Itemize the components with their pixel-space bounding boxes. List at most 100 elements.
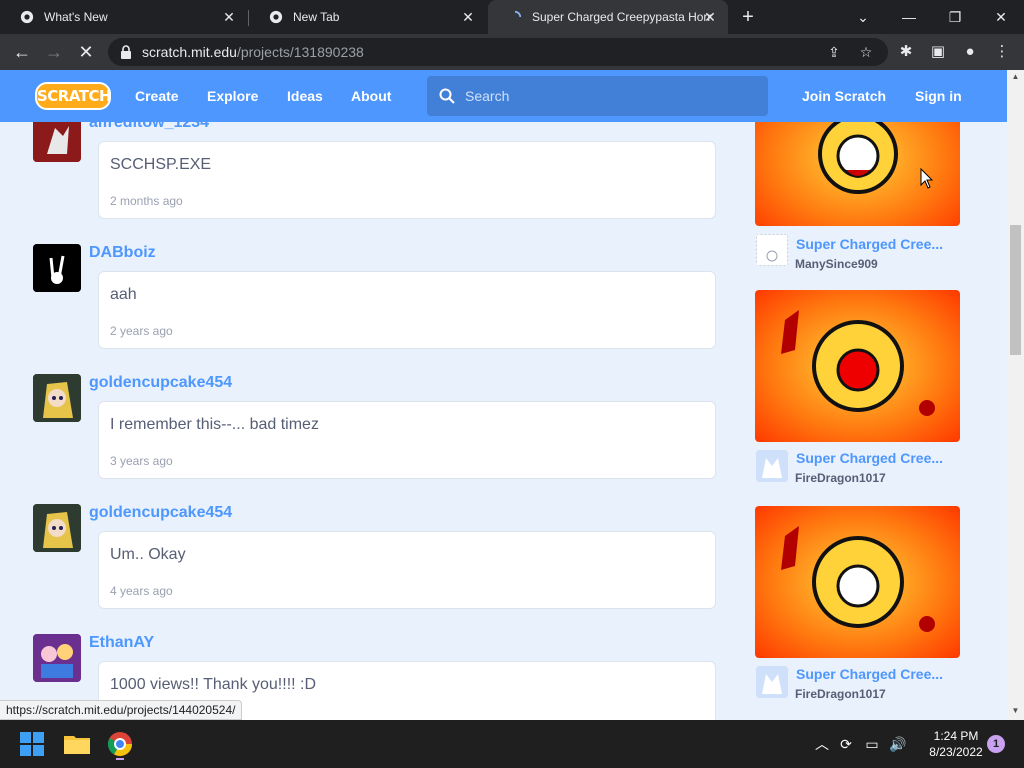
comment-text: SCCHSP.EXE [110,156,212,173]
tab-search-icon[interactable]: ⌄ [852,6,874,28]
browser-tab-strip: What's New ✕ New Tab ✕ Super Charged Cre… [0,0,1024,34]
close-tab-icon[interactable]: ✕ [702,9,718,25]
comment-item: alfreditow_1234 SCCHSP.EXE 2 months ago [33,122,723,224]
clock-date: 8/23/2022 [929,745,983,759]
close-tab-icon[interactable]: ✕ [460,9,476,25]
remix-title[interactable]: Super Charged Cree... [796,236,958,252]
tab-whats-new[interactable]: What's New ✕ [0,0,247,34]
url-text: scratch.mit.edu/projects/131890238 [142,44,364,60]
search-box[interactable] [427,76,768,116]
loading-icon [514,10,522,18]
tray-overflow-icon[interactable]: ︿ [812,734,832,754]
scratch-navbar: SCRATCH Create Explore Ideas About Join … [0,70,1007,122]
comment-time: 2 years ago [110,324,173,338]
nav-create[interactable]: Create [135,70,179,122]
extensions-icon[interactable]: ✱ [896,42,916,62]
lock-icon [121,45,131,59]
comment-username[interactable]: goldencupcake454 [89,374,232,392]
comment-username[interactable]: goldencupcake454 [89,504,232,522]
user-avatar[interactable] [33,374,81,422]
scratch-logo[interactable]: SCRATCH [35,82,112,110]
volume-icon[interactable]: 🔊 [888,734,908,754]
comment-bubble: SCCHSP.EXE 2 months ago [98,141,716,219]
remix-card: Super Charged Cree... ManySince909 [755,122,965,274]
search-input[interactable] [465,88,745,104]
share-icon[interactable]: ⇪ [826,44,842,60]
close-window-icon[interactable]: ✕ [990,6,1012,28]
remix-author[interactable]: FireDragon1017 [795,471,886,485]
project-thumbnail[interactable] [755,290,960,442]
project-thumbnail[interactable] [755,506,960,658]
project-page-content: alfreditow_1234 SCCHSP.EXE 2 months ago … [0,122,1007,720]
comment-text: Um.. Okay [110,546,186,563]
comment-username[interactable]: EthanAY [89,634,154,652]
scroll-down-icon[interactable]: ▼ [1007,704,1024,718]
nav-explore[interactable]: Explore [207,70,258,122]
join-scratch-link[interactable]: Join Scratch [802,70,886,122]
browser-toolbar: ← → ✕ scratch.mit.edu/projects/131890238… [0,34,1024,70]
tab-label: What's New [44,10,108,24]
nav-ideas[interactable]: Ideas [287,70,323,122]
close-tab-icon[interactable]: ✕ [221,9,237,25]
update-icon[interactable]: ⟳ [836,734,856,754]
taskbar-clock[interactable]: 1:24 PM 8/23/2022 [918,728,994,760]
file-explorer-icon[interactable] [61,728,93,760]
back-icon[interactable]: ← [11,41,33,63]
chrome-taskbar-icon[interactable] [104,728,136,760]
chrome-icon [269,10,283,24]
link-status-bubble: https://scratch.mit.edu/projects/1440205… [0,700,243,720]
tab-label: New Tab [293,10,340,24]
nav-about[interactable]: About [351,70,391,122]
side-panel-icon[interactable]: ▣ [928,42,948,62]
author-avatar[interactable] [756,234,788,266]
restore-icon[interactable]: ❐ [944,6,966,28]
user-avatar[interactable] [33,122,81,162]
chrome-icon [20,10,34,24]
remix-card: Super Charged Cree... FireDragon1017 [755,506,965,706]
comment-text: 1000 views!! Thank you!!!! :D [110,676,317,693]
comment-item: goldencupcake454 I remember this--... ba… [33,374,723,484]
comment-username[interactable]: DABboiz [89,244,156,262]
comment-time: 2 months ago [110,194,183,208]
address-bar[interactable]: scratch.mit.edu/projects/131890238 ⇪ ☆ [108,38,888,66]
remix-card: Super Charged Cree... FireDragon1017 [755,290,965,490]
author-avatar[interactable] [756,666,788,698]
user-avatar[interactable] [33,244,81,292]
comment-bubble: I remember this--... bad timez 3 years a… [98,401,716,479]
bookmark-star-icon[interactable]: ☆ [858,44,874,60]
page-scrollbar[interactable]: ▲ ▼ [1007,70,1024,720]
user-avatar[interactable] [33,504,81,552]
mouse-cursor-icon [920,168,934,189]
comment-time: 3 years ago [110,454,173,468]
author-avatar[interactable] [756,450,788,482]
comment-text: aah [110,286,137,303]
stop-loading-icon[interactable]: ✕ [75,41,97,63]
windows-start-icon[interactable] [16,728,48,760]
comment-bubble: aah 2 years ago [98,271,716,349]
profile-icon[interactable]: ● [960,42,980,62]
remix-author[interactable]: ManySince909 [795,257,878,271]
windows-taskbar: ︿ ⟳ ▭ 🔊 1:24 PM 8/23/2022 1 [0,720,1024,768]
scrollbar-thumb[interactable] [1010,225,1021,355]
tab-active-project[interactable]: Super Charged Creepypasta Horr ✕ [488,0,728,34]
user-avatar[interactable] [33,634,81,682]
comment-time: 4 years ago [110,584,173,598]
notification-badge[interactable]: 1 [987,735,1005,753]
comment-text: I remember this--... bad timez [110,416,319,433]
comment-username[interactable]: alfreditow_1234 [89,122,209,132]
comment-bubble: Um.. Okay 4 years ago [98,531,716,609]
remix-author[interactable]: FireDragon1017 [795,687,886,701]
remix-title[interactable]: Super Charged Cree... [796,666,958,682]
scroll-up-icon[interactable]: ▲ [1007,70,1024,84]
forward-icon[interactable]: → [43,41,65,63]
menu-icon[interactable]: ⋮ [992,42,1012,62]
minimize-icon[interactable]: — [898,6,920,28]
tab-new-tab[interactable]: New Tab ✕ [249,0,486,34]
comment-item: goldencupcake454 Um.. Okay 4 years ago [33,504,723,614]
remix-title[interactable]: Super Charged Cree... [796,450,958,466]
comment-item: DABboiz aah 2 years ago [33,244,723,354]
tab-label: Super Charged Creepypasta Horr [532,10,712,24]
new-tab-button[interactable]: + [737,7,759,29]
network-icon[interactable]: ▭ [862,734,882,754]
sign-in-link[interactable]: Sign in [915,70,962,122]
